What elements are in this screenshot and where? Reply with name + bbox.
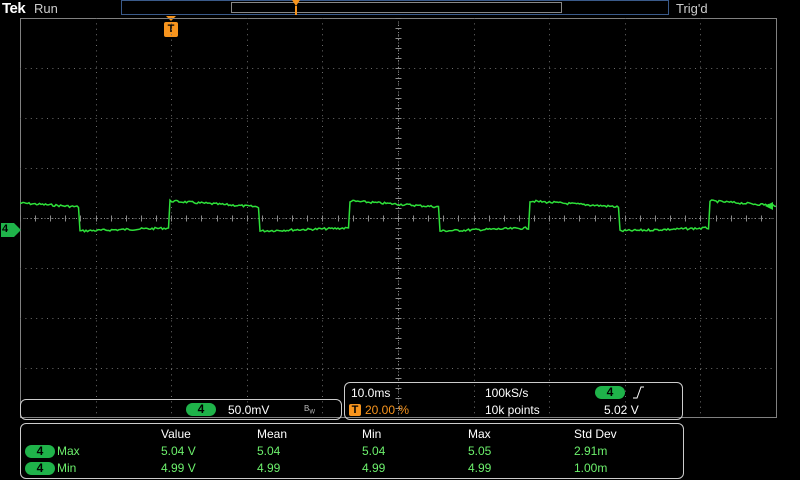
measurement-max: 4.99 bbox=[468, 461, 492, 475]
measurement-std-dev: 1.00m bbox=[574, 461, 608, 475]
channel-4-badge: 4 bbox=[186, 403, 216, 416]
measurement-min: 5.04 bbox=[362, 444, 386, 458]
channel-scale: 50.0mV bbox=[228, 403, 270, 417]
measurement-panel[interactable]: Value Mean Min Max Std Dev 4 Max 5.04 V … bbox=[20, 423, 684, 479]
col-header-min: Min bbox=[362, 427, 382, 441]
grid-lines bbox=[20, 18, 776, 418]
time-per-div: 10.0ms bbox=[351, 386, 391, 400]
trigger-source-badge: 4 bbox=[595, 386, 625, 399]
bw-limit-icon: BW bbox=[304, 404, 316, 416]
row-channel-badge: 4 bbox=[25, 445, 55, 458]
measurement-mean: 4.99 bbox=[257, 461, 281, 475]
record-length: 10k points bbox=[485, 403, 540, 417]
sample-rate: 100kS/s bbox=[485, 386, 529, 400]
timebase-readout[interactable]: 10.0ms 100kS/s 4 T 20.00 % 10k points 5.… bbox=[344, 382, 683, 420]
trigger-level: 5.02 V bbox=[604, 403, 639, 417]
measurement-name: Min bbox=[57, 461, 77, 475]
record-window[interactable] bbox=[231, 2, 562, 13]
col-header-std-dev: Std Dev bbox=[574, 427, 617, 441]
measurement-std-dev: 2.91m bbox=[574, 444, 608, 458]
measurement-min: 4.99 bbox=[362, 461, 386, 475]
trigger-position-icon bbox=[292, 0, 300, 15]
brand-logo: Tek bbox=[2, 0, 26, 17]
channel-readout[interactable]: 4 50.0mV BW bbox=[20, 399, 342, 420]
measurement-mean: 5.04 bbox=[257, 444, 281, 458]
channel-4-marker-label: 4 bbox=[2, 223, 9, 235]
run-status: Run bbox=[34, 1, 58, 16]
measurement-value: 5.04 V bbox=[161, 444, 196, 458]
trigger-t-icon: T bbox=[349, 404, 361, 416]
measurement-value: 4.99 V bbox=[161, 461, 196, 475]
col-header-value: Value bbox=[161, 427, 191, 441]
measurement-name: Max bbox=[57, 444, 80, 458]
col-header-mean: Mean bbox=[257, 427, 288, 441]
trigger-position: 20.00 % bbox=[365, 403, 410, 417]
row-channel-badge: 4 bbox=[25, 462, 55, 475]
trigger-level-icon bbox=[765, 202, 773, 210]
graticule[interactable] bbox=[20, 18, 777, 418]
trigger-status: Trig'd bbox=[676, 1, 708, 16]
measurement-max: 5.05 bbox=[468, 444, 492, 458]
col-header-max: Max bbox=[468, 427, 491, 441]
rising-edge-icon bbox=[633, 386, 644, 399]
